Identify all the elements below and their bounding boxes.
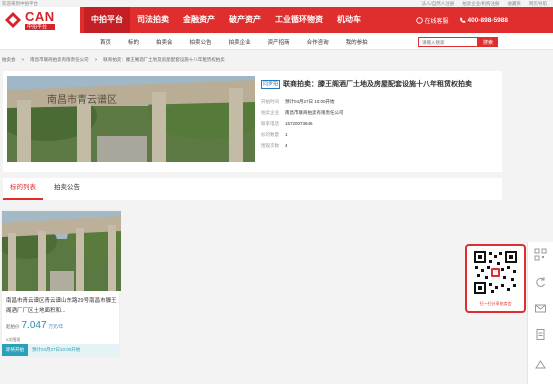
info-row: 标的数量 1: [261, 129, 501, 140]
lot-image: [2, 211, 121, 291]
auction-title: 联商拍卖：滕王阁酒厂土地及房屋配套设施十八年租赁权拍卖: [283, 81, 473, 88]
main-nav: 中拍平台 司法拍卖 金融资产 破产资产 工业循环物资 机动车: [84, 7, 368, 33]
welcome-text: 欢迎来到中拍平台: [2, 1, 38, 6]
hotline: 400-898-5988: [459, 17, 508, 24]
content-tabs: 标的列表 拍卖公告: [3, 178, 502, 200]
tab-lot-list[interactable]: 标的列表: [3, 178, 43, 200]
online-service-link[interactable]: 在线客服: [415, 16, 449, 25]
info-value: 15720073646: [285, 121, 313, 126]
info-row: 开拍时间 预计04月27日 10:00开始: [261, 96, 501, 107]
logo-subtitle: 中拍平台: [25, 23, 55, 30]
view-count: 0次围观: [6, 337, 21, 342]
lot-thumbnail[interactable]: [2, 211, 121, 291]
info-value: 1: [285, 132, 288, 137]
info-key: 标的数量: [261, 132, 279, 137]
info-value[interactable]: 南昌市联商拍卖有限责任公司: [285, 107, 344, 118]
info-key: 联系电话: [261, 121, 279, 126]
subnav-lots[interactable]: 标的: [128, 38, 139, 46]
site-nav-link[interactable]: 网页导航: [529, 0, 547, 7]
info-row: 拍卖企业 南昌市联商拍卖有限责任公司: [261, 107, 501, 118]
phone-icon: [459, 17, 465, 23]
right-sidebar: [527, 242, 553, 384]
main-nav-bankruptcy[interactable]: 破产资产: [222, 7, 268, 33]
subnav-investment[interactable]: 资产招商: [268, 38, 290, 46]
hotline-number: 400-898-5988: [467, 16, 508, 24]
online-service-label: 在线客服: [424, 18, 449, 25]
breadcrumb-company[interactable]: 南昌市联商拍卖有限责任公司: [30, 57, 89, 63]
main-nav-judicial[interactable]: 司法拍卖: [130, 7, 176, 33]
favorites-link[interactable]: 收藏夹: [508, 0, 522, 7]
search-input[interactable]: [418, 37, 478, 47]
subnav-my-bids[interactable]: 我的参拍: [346, 38, 368, 46]
breadcrumb-separator: >: [21, 57, 25, 62]
info-key: 开拍时间: [261, 99, 279, 104]
qr-share-popup: 扫一扫分享拍卖会: [465, 244, 526, 313]
gate-sign: 南昌市青云谱区: [47, 93, 117, 106]
breadcrumb-separator: >: [94, 57, 98, 62]
main-nav-industrial[interactable]: 工业循环物资: [268, 7, 330, 33]
start-price: 7.047: [21, 320, 47, 331]
lot-title[interactable]: 南昌市青云谱区青云谱山东路29号南昌市滕王阁酒厂厂区土地面积和...: [6, 296, 118, 316]
qr-caption: 扫一扫分享拍卖会: [479, 301, 512, 306]
qr-code-icon: [473, 250, 518, 295]
gate-image: 南昌市青云谱区: [7, 76, 255, 162]
document-icon[interactable]: [534, 328, 547, 341]
breadcrumb: 拍卖会 > 南昌市联商拍卖有限责任公司 > 联商拍卖：滕王阁酒厂土地及房屋配套设…: [0, 57, 553, 63]
info-value: 4: [285, 143, 288, 148]
subnav-companies[interactable]: 拍卖企业: [229, 38, 251, 46]
sub-nav: 首页 标的 拍卖会 拍卖公告 拍卖企业 资产招商 合作咨询 我的参拍 搜索: [0, 33, 553, 50]
breadcrumb-auctions[interactable]: 拍卖会: [2, 57, 16, 63]
info-row: 联系电话 15720073646: [261, 118, 501, 129]
auction-photo: 南昌市青云谱区: [7, 76, 255, 162]
price-unit: 万元/年: [48, 324, 64, 329]
lot-start-time: 预计04月27日10:00开始: [28, 344, 119, 356]
qr-icon[interactable]: [534, 248, 547, 261]
register-person-link[interactable]: 法人/自然人注册: [422, 0, 455, 7]
logo-brand: CAN: [25, 8, 55, 24]
info-value: 预计04月27日 10:00开始: [285, 99, 335, 104]
register-org-link[interactable]: 拍卖企业/机构注册: [462, 0, 499, 7]
back-to-top-icon[interactable]: [534, 358, 547, 371]
subnav-home[interactable]: 首页: [100, 38, 111, 46]
top-utility-bar: 欢迎来到中拍平台 法人/自然人注册 拍卖企业/机构注册 收藏夹 网页导航: [0, 0, 553, 7]
main-nav-vehicle[interactable]: 机动车: [330, 7, 368, 33]
breadcrumb-current: 联商拍卖：滕王阁酒厂土地及房屋配套设施十八年租赁权拍卖: [103, 57, 225, 62]
sync-tag: 同步拍: [261, 79, 281, 89]
subnav-auctions[interactable]: 拍卖会: [156, 38, 173, 46]
refresh-icon[interactable]: [534, 276, 547, 289]
chat-icon: [415, 16, 423, 24]
mail-icon[interactable]: [534, 302, 547, 315]
subnav-notices[interactable]: 拍卖公告: [190, 38, 212, 46]
start-price-label: 起拍价: [6, 324, 20, 329]
site-logo[interactable]: CAN 中拍平台: [0, 7, 80, 33]
main-nav-platform[interactable]: 中拍平台: [84, 7, 130, 33]
subnav-consult[interactable]: 合作咨询: [307, 38, 329, 46]
auction-info-card: 南昌市青云谱区 同步拍 联商拍卖：滕王阁酒厂土地及房屋配套设施十八年租赁权拍卖 …: [3, 71, 502, 172]
search-box: 搜索: [418, 37, 502, 47]
info-key: 拍卖企业: [261, 110, 279, 115]
info-row: 围观次数 4: [261, 140, 501, 151]
lot-card[interactable]: 南昌市青云谱区青云谱山东路29号南昌市滕王阁酒厂厂区土地面积和... 起拍价 7…: [1, 210, 121, 357]
search-button[interactable]: 搜索: [478, 37, 498, 47]
info-key: 围观次数: [261, 143, 279, 148]
lot-status-badge: 即将开拍: [2, 344, 28, 356]
tab-announcement[interactable]: 拍卖公告: [47, 178, 87, 200]
main-nav-finance[interactable]: 金融资产: [176, 7, 222, 33]
logo-icon: [5, 12, 21, 28]
